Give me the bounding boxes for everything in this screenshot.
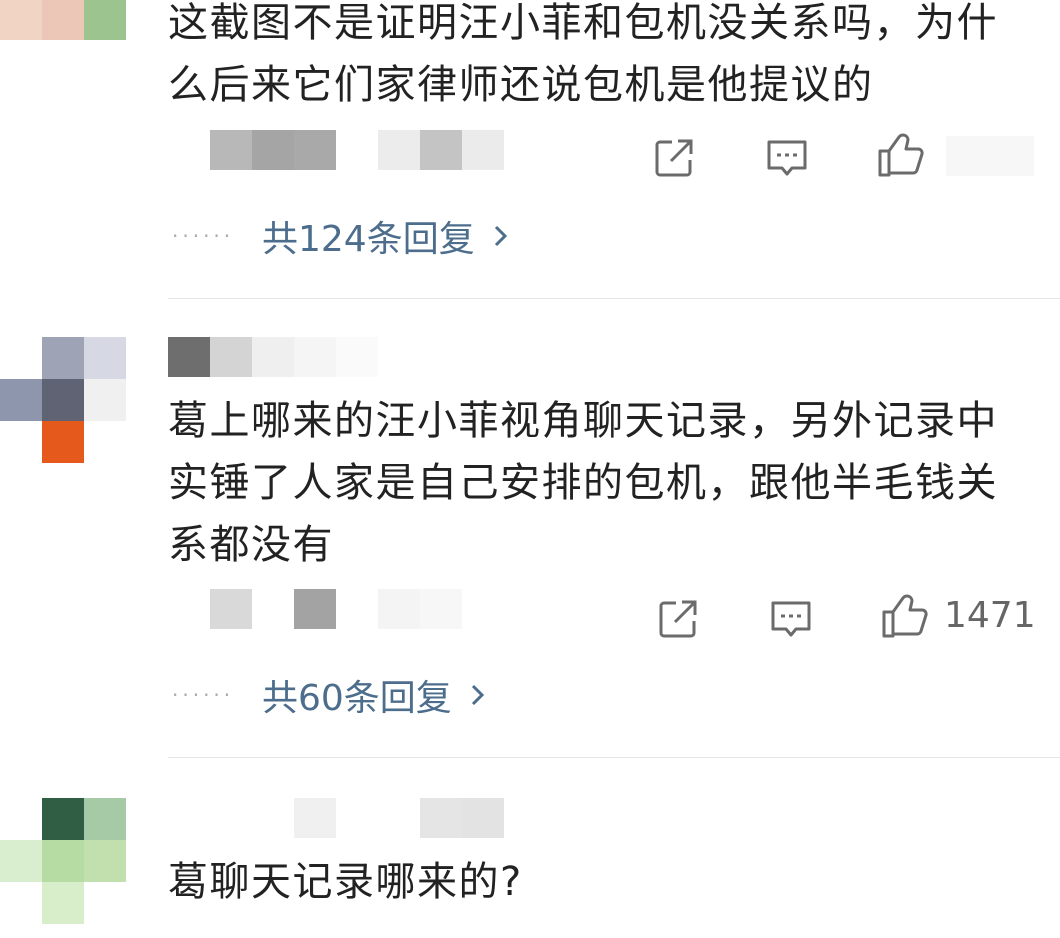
view-replies-link[interactable]: 共60条回复 (262, 669, 486, 721)
thumbs-up-icon (876, 129, 926, 179)
repost-icon (652, 136, 696, 180)
thumbs-up-icon (880, 590, 930, 640)
comment-text: 这截图不是证明汪小菲和包机没关系吗，为什么后来它们家律师还说包机是他提议的 (168, 0, 998, 108)
repost-button[interactable] (652, 134, 696, 182)
comment-text: 葛聊天记录哪来的? (168, 859, 523, 905)
reply-count-label: 共124条回复 (262, 219, 475, 260)
comment-text: 葛上哪来的汪小菲视角聊天记录，另外记录中实锤了人家是自己安排的包机，跟他半毛钱关… (168, 398, 998, 568)
comment-button[interactable] (768, 595, 814, 643)
like-count: 1471 (944, 594, 1036, 636)
avatar[interactable] (0, 0, 128, 42)
dots-separator: ······ (172, 224, 235, 248)
comment-2: 葛上哪来的汪小菲视角聊天记录，另外记录中实锤了人家是自己安排的包机，跟他半毛钱关… (0, 299, 1060, 757)
comment-icon (768, 596, 814, 642)
meta-mosaic (210, 589, 462, 629)
comment-1: 这截图不是证明汪小菲和包机没关系吗，为什么后来它们家律师还说包机是他提议的 ··… (0, 0, 1060, 298)
dots-separator: ······ (172, 683, 235, 707)
comment-3: 葛聊天记录哪来的? (0, 758, 1060, 938)
like-count-mosaic (946, 136, 1034, 176)
view-replies-link[interactable]: 共124条回复 (262, 210, 509, 262)
comment-icon (764, 135, 810, 181)
repost-icon (656, 597, 700, 641)
reply-count-label: 共60条回复 (262, 678, 452, 719)
like-button[interactable]: 1471 (880, 591, 1036, 639)
avatar[interactable] (0, 798, 128, 926)
meta-mosaic (168, 130, 504, 170)
like-button[interactable] (876, 130, 940, 178)
replies-row[interactable]: ······ 共124条回复 (172, 216, 509, 260)
chevron-right-icon (470, 675, 486, 716)
chevron-right-icon (493, 216, 509, 257)
avatar[interactable] (0, 337, 128, 465)
username-mosaic[interactable] (168, 337, 378, 377)
username-mosaic[interactable] (294, 798, 504, 838)
replies-row[interactable]: ······ 共60条回复 (172, 675, 486, 719)
comment-button[interactable] (764, 134, 810, 182)
repost-button[interactable] (656, 595, 700, 643)
